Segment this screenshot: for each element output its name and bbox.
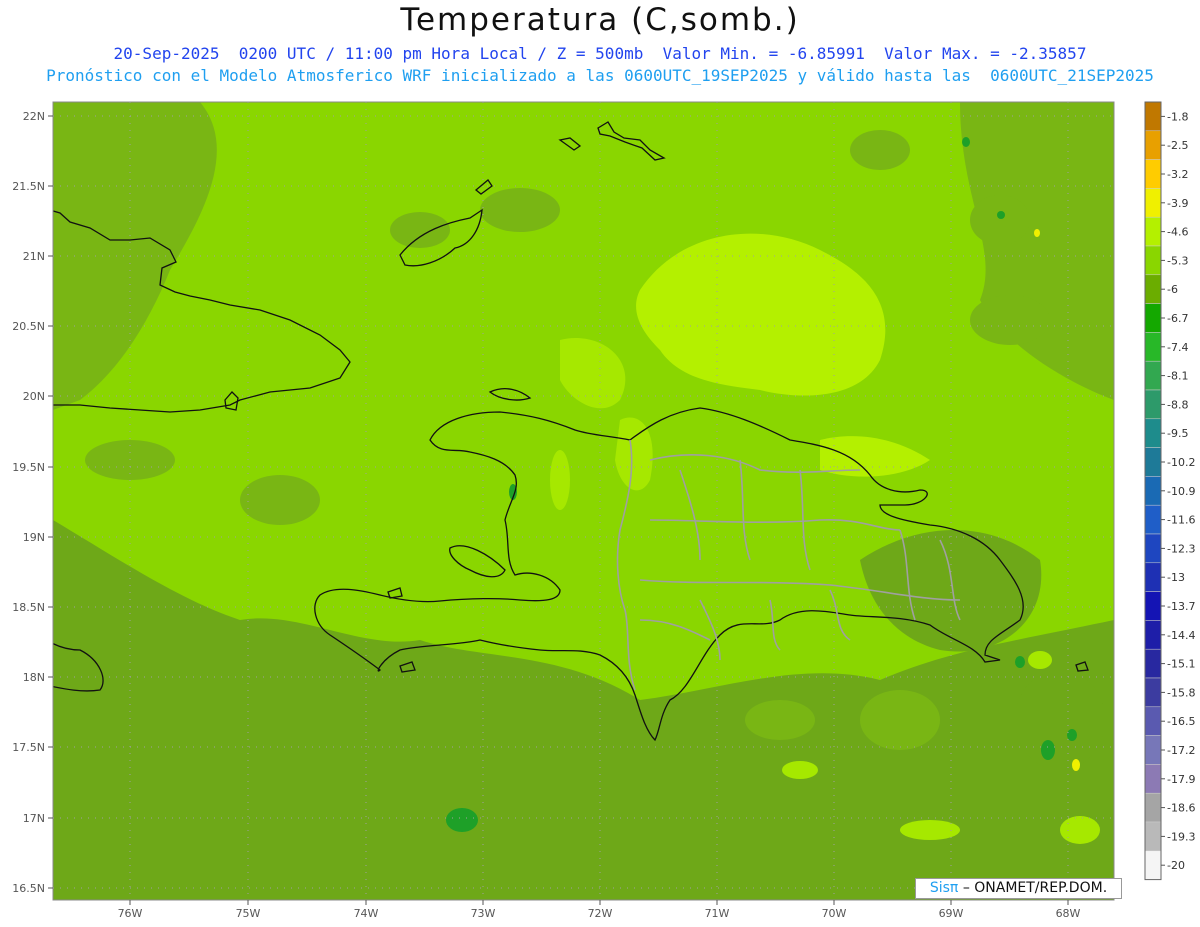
lon-label: 70W [822,907,847,920]
legend-swatch [1144,245,1162,276]
legend-label: -12.3 [1167,542,1195,555]
legend-label: -14.4 [1167,629,1195,642]
legend-swatch [1144,389,1162,420]
legend-label: -18.6 [1167,802,1195,815]
legend-swatch [1144,735,1162,765]
legend-swatch [1144,188,1162,218]
lon-label: 75W [236,907,261,920]
lon-label: 68W [1056,907,1081,920]
lat-label: 17N [23,812,45,825]
legend-swatch [1144,216,1162,247]
credit-box: Sisπ – ONAMET/REP.DOM. [915,878,1122,899]
legend-swatch [1144,130,1162,160]
legend-label: -1.8 [1167,110,1188,123]
legend-label: -3.2 [1167,168,1188,181]
lat-label: 18.5N [12,601,45,614]
legend-label: -4.6 [1167,226,1188,239]
legend-swatch [1144,706,1162,736]
legend-swatch [1144,533,1162,564]
lat-label: 22N [23,110,45,123]
legend-label: -20 [1167,859,1185,872]
lon-label: 71W [705,907,730,920]
lat-label: 19.5N [12,461,45,474]
legend-label: -11.6 [1167,514,1195,527]
legend-label: -13.7 [1167,600,1195,613]
legend-swatch [1144,504,1162,535]
legend-label: -19.3 [1167,830,1195,843]
lon-label: 73W [471,907,496,920]
lat-label: 21N [23,250,45,263]
legend-swatch [1144,332,1162,362]
temperature-map: 22N 21.5N 21N 20.5N 20N 19.5N 19N 18.5N … [12,101,1195,920]
legend-label: -16.5 [1167,715,1195,728]
credit-brand: Sisπ [929,880,959,896]
legend-label: -8.8 [1167,398,1188,411]
lon-label: 76W [118,907,143,920]
legend-swatch [1144,274,1162,304]
legend-label: -15.8 [1167,686,1195,699]
lat-label: 18N [23,671,45,684]
lon-labels: 76W 75W 74W 73W 72W 71W 70W 69W 68W [118,907,1081,920]
lon-label: 69W [939,907,964,920]
legend-label: -10.2 [1167,456,1195,469]
legend-swatch [1144,648,1162,679]
lat-label: 20.5N [12,320,45,333]
lat-label: 17.5N [12,741,45,754]
legend-label: -15.1 [1167,658,1195,671]
color-legend: -1.8 -2.5 -3.2 -3.9 -4.6 -5.3 -6 -6.7 -7.4 -8.1 -8… [1144,101,1195,881]
legend-label: -8.1 [1167,370,1188,383]
legend-label: -17.2 [1167,744,1195,757]
lon-label: 72W [588,907,613,920]
legend-label: -5.3 [1167,254,1188,267]
legend-label: -10.9 [1167,485,1195,498]
legend-swatch [1144,677,1162,708]
legend-swatch [1144,792,1162,823]
legend-swatch [1144,447,1162,477]
legend-swatch [1144,101,1162,132]
legend-swatch [1144,418,1162,448]
legend-label: -9.5 [1167,427,1188,440]
lat-labels: 22N 21.5N 21N 20.5N 20N 19.5N 19N 18.5N … [12,110,45,895]
legend-label: -17.9 [1167,773,1195,786]
legend-swatch [1144,821,1162,852]
legend-label: -6.7 [1167,312,1188,325]
legend-label: -3.9 [1167,197,1188,210]
legend-swatch [1144,562,1162,592]
legend-label: -7.4 [1167,341,1188,354]
lat-label: 21.5N [12,180,45,193]
credit-org: – ONAMET/REP.DOM. [962,880,1108,896]
legend-swatch [1144,303,1162,333]
lon-label: 74W [354,907,379,920]
lat-label: 16.5N [12,882,45,895]
legend-swatch [1144,360,1162,391]
legend-swatch [1144,620,1162,650]
legend-swatch [1144,159,1162,189]
legend-swatch [1144,850,1162,880]
legend-swatch [1144,476,1162,506]
legend-swatch [1144,764,1162,794]
legend-label: -2.5 [1167,139,1188,152]
lat-label: 19N [23,531,45,544]
legend-swatch [1144,591,1162,621]
legend-label: -6 [1167,283,1178,296]
lat-label: 20N [23,390,45,403]
temperature-field [53,102,1114,900]
legend-label: -13 [1167,571,1185,584]
